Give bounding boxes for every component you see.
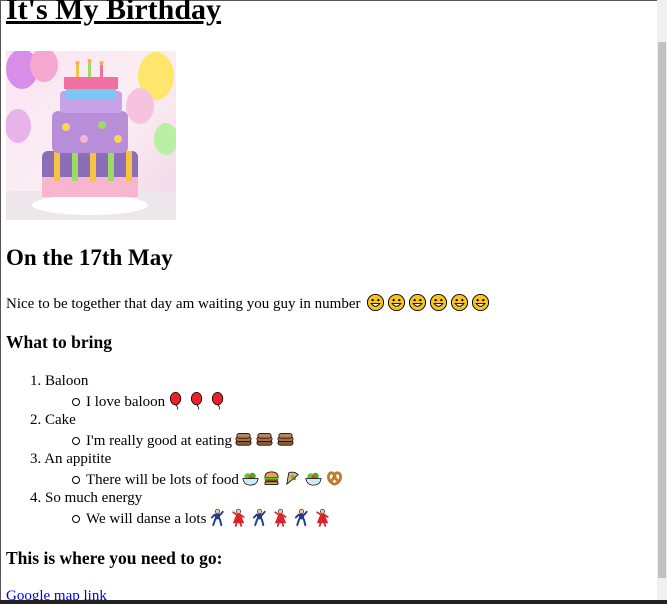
circle-bullet-icon bbox=[72, 515, 80, 523]
balloon-icon bbox=[209, 391, 228, 416]
circle-bullet-icon bbox=[72, 398, 80, 406]
window-bottom-edge bbox=[0, 600, 667, 604]
dancer-woman-icon bbox=[313, 508, 332, 533]
circle-bullet-icon bbox=[72, 437, 80, 445]
google-map-link[interactable]: Google map link bbox=[6, 586, 107, 600]
scrollbar-thumb[interactable] bbox=[658, 42, 666, 578]
bring-item-label: 2. Cake bbox=[30, 410, 76, 430]
bring-sub-item: I'm really good at eating bbox=[86, 430, 295, 450]
what-to-bring-heading: What to bring bbox=[6, 332, 112, 352]
balloon-icon bbox=[188, 391, 207, 416]
dancer-woman-icon bbox=[271, 508, 290, 533]
bring-item-number: 3. bbox=[30, 451, 45, 467]
page-content: It's My Birthday On the 17th May Nice to… bbox=[0, 0, 657, 600]
bring-item-text: An appitite bbox=[44, 451, 112, 467]
smiley-icon bbox=[450, 293, 469, 318]
intro-paragraph: Nice to be together that day am waiting … bbox=[6, 293, 490, 318]
bring-sub-item-text: We will danse a lots bbox=[86, 511, 207, 527]
bring-item-number: 1. bbox=[30, 373, 45, 389]
smiley-icon bbox=[429, 293, 448, 318]
bring-sub-item-text: I'm really good at eating bbox=[86, 433, 232, 449]
bring-item-text: Cake bbox=[45, 412, 76, 428]
pancake-icon bbox=[276, 430, 295, 455]
bring-item-label: 3. An appitite bbox=[30, 449, 111, 469]
smiley-icon bbox=[408, 293, 427, 318]
bring-item-label: 1. Baloon bbox=[30, 371, 88, 391]
pretzel-icon bbox=[325, 469, 344, 494]
balloon-icon bbox=[167, 391, 186, 416]
bring-item-text: Baloon bbox=[45, 373, 89, 389]
bring-sub-item-text: I love baloon bbox=[86, 394, 166, 410]
vertical-scrollbar[interactable] bbox=[657, 0, 667, 600]
bring-item-number: 4. bbox=[30, 490, 45, 506]
smiley-icon bbox=[366, 293, 385, 318]
circle-bullet-icon bbox=[72, 476, 80, 484]
bring-sub-item: We will danse a lots bbox=[86, 508, 332, 528]
intro-text: Nice to be together that day am waiting … bbox=[6, 296, 361, 312]
bring-sub-item: There will be lots of food bbox=[86, 469, 344, 489]
bring-item-text: So much energy bbox=[45, 490, 143, 506]
dancer-man-icon bbox=[250, 508, 269, 533]
smiley-icon bbox=[471, 293, 490, 318]
dancer-woman-icon bbox=[229, 508, 248, 533]
bring-sub-item-text: There will be lots of food bbox=[86, 472, 239, 488]
dancer-man-icon bbox=[292, 508, 311, 533]
directions-heading: This is where you need to go: bbox=[6, 548, 223, 568]
birthday-cake-image bbox=[6, 51, 176, 220]
date-heading: On the 17th May bbox=[6, 245, 173, 270]
pancake-icon bbox=[255, 430, 274, 455]
dancer-man-icon bbox=[208, 508, 227, 533]
bring-item-number: 2. bbox=[30, 412, 45, 428]
bring-item-label: 4. So much energy bbox=[30, 488, 142, 508]
page-title: It's My Birthday bbox=[6, 0, 222, 26]
pancake-icon bbox=[234, 430, 253, 455]
bring-sub-item: I love baloon bbox=[86, 391, 228, 411]
falafel-icon bbox=[283, 469, 302, 494]
burger-icon bbox=[262, 469, 281, 494]
smiley-emoji-group bbox=[364, 293, 490, 312]
salad-icon bbox=[304, 469, 323, 494]
salad-icon bbox=[241, 469, 260, 494]
smiley-icon bbox=[387, 293, 406, 318]
